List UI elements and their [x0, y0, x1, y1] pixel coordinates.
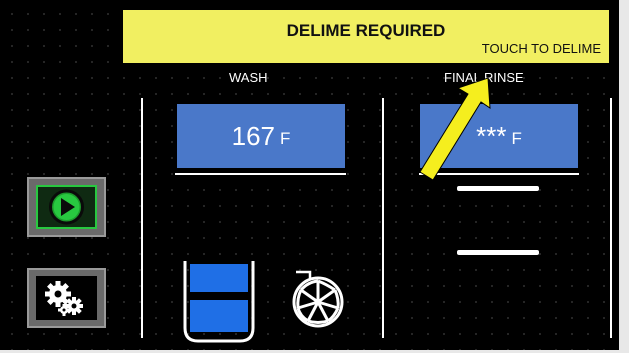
wash-temp-underline [175, 173, 346, 175]
settings-button[interactable] [27, 268, 106, 328]
tank-icon [183, 261, 255, 343]
divider-right [610, 98, 612, 338]
wash-temp-value: 167 [231, 120, 275, 151]
divider-left [141, 98, 143, 338]
wash-temp-unit: F [280, 129, 291, 148]
start-play-icon [49, 189, 84, 225]
divider-middle [382, 98, 384, 338]
pointer-arrow-icon [419, 77, 491, 181]
pump-fan-icon [292, 270, 344, 328]
settings-button-face [36, 276, 97, 320]
touch-to-delime-label[interactable]: TOUCH TO DELIME [482, 41, 601, 56]
hmi-screen: DELIME REQUIRED TOUCH TO DELIME WASH FIN… [0, 0, 629, 353]
wash-temp-display[interactable]: 167 F [177, 104, 345, 168]
final-rinse-bar-bottom [457, 250, 539, 255]
start-button[interactable] [27, 177, 106, 237]
delime-banner[interactable]: DELIME REQUIRED TOUCH TO DELIME [123, 10, 609, 63]
screen-frame-right [619, 0, 629, 353]
wash-label: WASH [229, 70, 268, 85]
start-button-face [36, 185, 97, 229]
delime-required-title: DELIME REQUIRED [286, 21, 446, 40]
settings-gears-icon [45, 281, 83, 316]
